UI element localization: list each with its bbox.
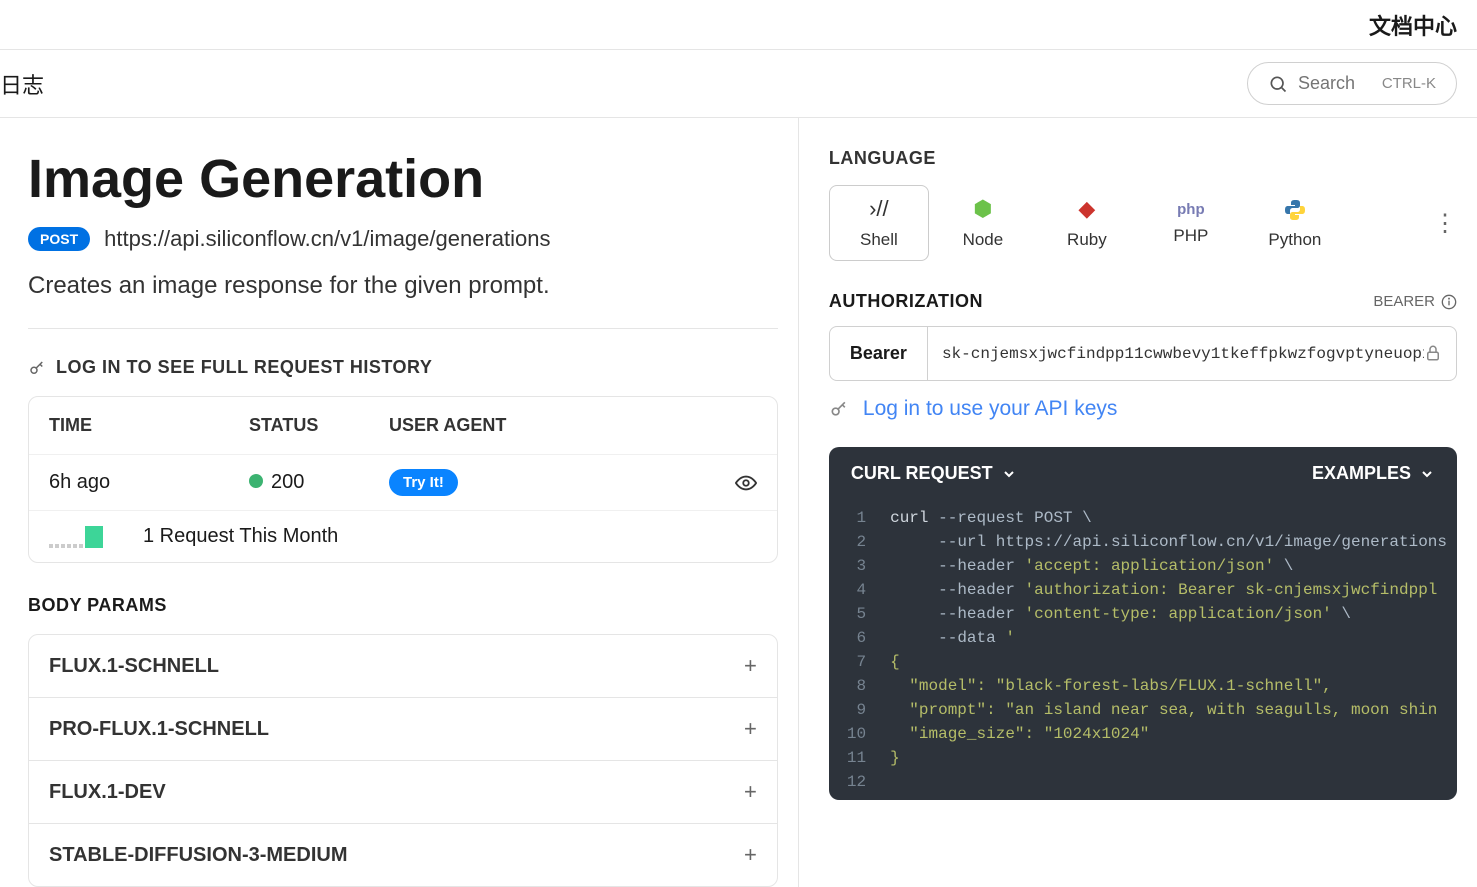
auth-type: BEARER xyxy=(1373,293,1457,310)
auth-token-input[interactable] xyxy=(942,345,1424,363)
plus-icon: + xyxy=(744,779,757,805)
code-block: CURL REQUEST EXAMPLES 123456789101112 cu… xyxy=(829,447,1457,800)
endpoint-description: Creates an image response for the given … xyxy=(28,272,778,300)
history-status: 200 xyxy=(249,471,389,494)
doc-center-link[interactable]: 文档中心 xyxy=(1369,9,1457,41)
node-icon: ⬢ xyxy=(973,196,992,222)
php-icon: php xyxy=(1177,201,1205,218)
method-badge: POST xyxy=(28,227,90,251)
auth-box: Bearer xyxy=(829,326,1457,381)
param-row[interactable]: FLUX.1-DEV+ xyxy=(29,761,777,824)
param-row[interactable]: FLUX.1-SCHNELL+ xyxy=(29,635,777,698)
code-examples-dropdown[interactable]: EXAMPLES xyxy=(1312,463,1435,484)
search-box[interactable]: CTRL-K xyxy=(1247,62,1457,105)
history-time: 6h ago xyxy=(49,471,249,494)
python-icon xyxy=(1283,196,1307,222)
history-footer: 1 Request This Month xyxy=(29,510,777,562)
sparkline-icon xyxy=(49,526,103,548)
col-status-header: STATUS xyxy=(249,415,389,436)
language-label: LANGUAGE xyxy=(829,148,1457,169)
lang-tab-ruby[interactable]: ◆ Ruby xyxy=(1037,185,1137,261)
lang-tab-php[interactable]: php PHP xyxy=(1141,185,1241,261)
code-body[interactable]: 123456789101112 curl --request POST \ --… xyxy=(829,500,1457,800)
try-it-button[interactable]: Try It! xyxy=(389,469,458,496)
plus-icon: + xyxy=(744,842,757,868)
lang-tab-shell[interactable]: ›// Shell xyxy=(829,185,929,261)
history-row[interactable]: 6h ago 200 Try It! xyxy=(29,454,777,510)
col-time-header: TIME xyxy=(49,415,249,436)
more-languages-icon[interactable]: ⋮ xyxy=(1433,209,1457,238)
key-icon xyxy=(829,397,849,421)
nav-log[interactable]: 日志 xyxy=(0,68,44,100)
param-row[interactable]: STABLE-DIFFUSION-3-MEDIUM+ xyxy=(29,824,777,886)
history-section-label: LOG IN TO SEE FULL REQUEST HISTORY xyxy=(28,357,778,378)
lang-tab-python[interactable]: Python xyxy=(1245,185,1345,261)
auth-label: AUTHORIZATION xyxy=(829,291,983,312)
plus-icon: + xyxy=(744,716,757,742)
chevron-down-icon xyxy=(1419,466,1435,482)
lock-icon xyxy=(1424,344,1442,362)
status-dot-icon xyxy=(249,474,263,488)
search-icon xyxy=(1268,74,1288,94)
page-title: Image Generation xyxy=(28,148,778,210)
plus-icon: + xyxy=(744,653,757,679)
lang-tab-node[interactable]: ⬢ Node xyxy=(933,185,1033,261)
search-input[interactable] xyxy=(1298,73,1372,94)
info-icon[interactable] xyxy=(1441,294,1457,310)
key-icon xyxy=(28,359,46,377)
ruby-icon: ◆ xyxy=(1078,196,1095,222)
col-agent-header: USER AGENT xyxy=(389,415,757,436)
login-hint[interactable]: Log in to use your API keys xyxy=(829,397,1457,421)
eye-icon[interactable] xyxy=(735,471,757,494)
chevron-down-icon xyxy=(1001,466,1017,482)
endpoint-url: https://api.siliconflow.cn/v1/image/gene… xyxy=(104,226,550,252)
request-history-table: TIME STATUS USER AGENT 6h ago 200 Try It… xyxy=(28,396,778,563)
param-row[interactable]: PRO-FLUX.1-SCHNELL+ xyxy=(29,698,777,761)
body-params-list: FLUX.1-SCHNELL+ PRO-FLUX.1-SCHNELL+ FLUX… xyxy=(28,634,778,887)
code-request-dropdown[interactable]: CURL REQUEST xyxy=(851,463,1017,484)
body-params-label: BODY PARAMS xyxy=(28,595,778,616)
search-shortcut: CTRL-K xyxy=(1382,75,1436,92)
auth-scheme-label: Bearer xyxy=(830,327,928,380)
shell-icon: ›// xyxy=(869,196,889,222)
